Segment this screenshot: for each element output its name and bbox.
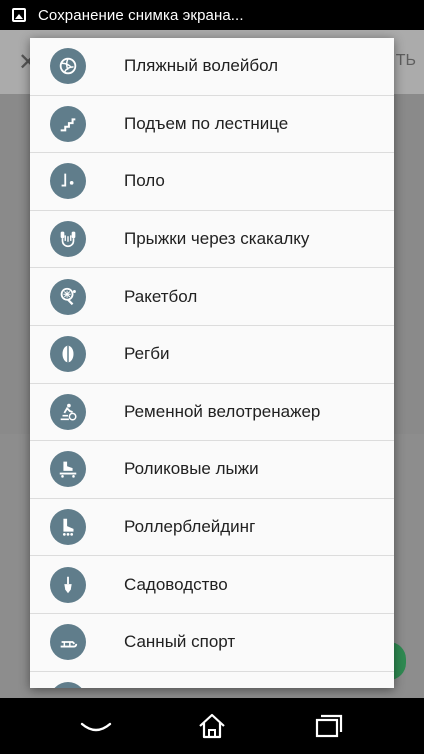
screenshot-notification-icon bbox=[12, 8, 26, 22]
activity-option[interactable]: Регби bbox=[30, 326, 394, 384]
inline-skate-icon bbox=[50, 509, 86, 546]
activity-label: Роликовые лыжи bbox=[124, 459, 259, 479]
polo-icon bbox=[50, 163, 86, 200]
activity-option[interactable]: Подъем по лестнице bbox=[30, 96, 394, 154]
activity-option[interactable]: Роллерблейдинг bbox=[30, 499, 394, 557]
activity-label: Ракетбол bbox=[124, 286, 198, 306]
activity-option[interactable]: Прыжки через скакалку bbox=[30, 211, 394, 269]
activity-option[interactable]: Роликовые лыжи bbox=[30, 441, 394, 499]
partial-icon bbox=[50, 681, 86, 688]
activity-label: Санный спорт bbox=[124, 632, 236, 652]
status-text: Сохранение снимка экрана... bbox=[38, 6, 244, 24]
recents-button[interactable] bbox=[298, 706, 358, 746]
gardening-icon bbox=[50, 566, 86, 603]
activity-label: Садоводство bbox=[124, 574, 228, 594]
stairs-icon bbox=[50, 105, 86, 142]
volleyball-icon bbox=[50, 48, 86, 85]
activity-option[interactable]: Садоводство bbox=[30, 556, 394, 614]
activity-option[interactable]: Санный спорт bbox=[30, 614, 394, 672]
back-button[interactable] bbox=[66, 706, 126, 746]
back-icon bbox=[80, 722, 112, 732]
navigation-bar bbox=[0, 698, 424, 754]
stationary-bike-icon bbox=[50, 393, 86, 430]
status-bar: Сохранение снимка экрана... bbox=[0, 0, 424, 30]
home-button[interactable] bbox=[182, 706, 242, 746]
racket-icon bbox=[50, 278, 86, 315]
activity-label: Пляжный волейбол bbox=[124, 56, 279, 76]
activity-label: Регби bbox=[124, 344, 170, 364]
activity-label: Поло bbox=[124, 171, 165, 191]
activity-option[interactable]: Ременной велотренажер bbox=[30, 384, 394, 442]
home-icon bbox=[199, 713, 225, 739]
rugby-ball-icon bbox=[50, 336, 86, 373]
activity-option[interactable]: Пляжный волейбол bbox=[30, 38, 394, 96]
jump-rope-icon bbox=[50, 221, 86, 258]
recents-icon bbox=[315, 714, 343, 738]
roller-ski-icon bbox=[50, 451, 86, 488]
activity-label: Прыжки через скакалку bbox=[124, 229, 310, 249]
activity-label: Подъем по лестнице bbox=[124, 113, 289, 133]
background-action-label: ТЬ bbox=[395, 52, 416, 69]
activity-label: Роллерблейдинг bbox=[124, 517, 256, 537]
activity-picker-dialog: Пляжный волейбол Подъем по лестнице Поло… bbox=[30, 38, 394, 688]
activity-label: Ременной велотренажер bbox=[124, 401, 321, 421]
activity-option[interactable]: Поло bbox=[30, 153, 394, 211]
activity-option[interactable] bbox=[30, 672, 394, 688]
sled-icon bbox=[50, 624, 86, 661]
activity-option[interactable]: Ракетбол bbox=[30, 268, 394, 326]
